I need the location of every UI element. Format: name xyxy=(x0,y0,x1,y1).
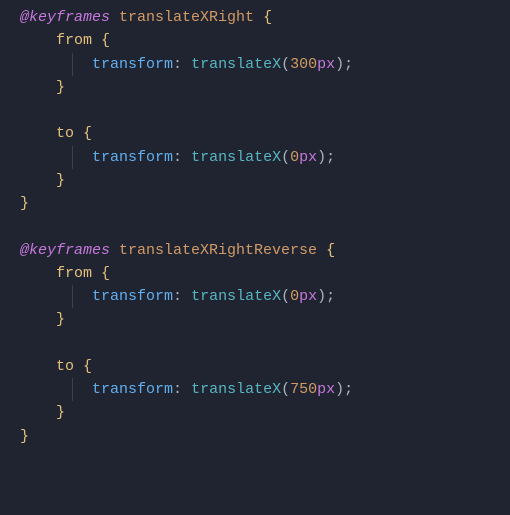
css-unit: px xyxy=(299,149,317,166)
keyframe-selector: from xyxy=(56,32,92,49)
css-value: 750 xyxy=(290,381,317,398)
code-line: } xyxy=(20,192,510,215)
code-line: transform: translateX(300px); xyxy=(20,53,510,76)
css-unit: px xyxy=(317,381,335,398)
code-line: } xyxy=(20,308,510,331)
code-line: transform: translateX(0px); xyxy=(20,146,510,169)
code-line xyxy=(20,99,510,122)
css-value: 300 xyxy=(290,56,317,73)
css-function: translateX xyxy=(191,288,281,305)
css-property: transform xyxy=(92,56,173,73)
code-line: to { xyxy=(20,122,510,145)
code-line xyxy=(20,332,510,355)
css-property: transform xyxy=(92,381,173,398)
code-line: from { xyxy=(20,29,510,52)
keyframe-selector: to xyxy=(56,125,74,142)
at-rule: @keyframes xyxy=(20,242,110,259)
css-unit: px xyxy=(317,56,335,73)
css-value: 0 xyxy=(290,288,299,305)
code-line: from { xyxy=(20,262,510,285)
code-line: } xyxy=(20,76,510,99)
css-function: translateX xyxy=(191,149,281,166)
code-editor[interactable]: @keyframes translateXRight { from { tran… xyxy=(0,0,510,448)
css-value: 0 xyxy=(290,149,299,166)
css-unit: px xyxy=(299,288,317,305)
code-line xyxy=(20,215,510,238)
keyframes-name: translateXRight xyxy=(119,9,254,26)
code-line: } xyxy=(20,169,510,192)
code-line: to { xyxy=(20,355,510,378)
keyframe-selector: to xyxy=(56,358,74,375)
code-line: } xyxy=(20,401,510,424)
css-property: transform xyxy=(92,288,173,305)
code-line: transform: translateX(750px); xyxy=(20,378,510,401)
code-line: @keyframes translateXRight { xyxy=(20,6,510,29)
css-function: translateX xyxy=(191,56,281,73)
code-line: } xyxy=(20,425,510,448)
keyframe-selector: from xyxy=(56,265,92,282)
css-property: transform xyxy=(92,149,173,166)
at-rule: @keyframes xyxy=(20,9,110,26)
code-line: @keyframes translateXRightReverse { xyxy=(20,239,510,262)
css-function: translateX xyxy=(191,381,281,398)
code-line: transform: translateX(0px); xyxy=(20,285,510,308)
keyframes-name: translateXRightReverse xyxy=(119,242,317,259)
